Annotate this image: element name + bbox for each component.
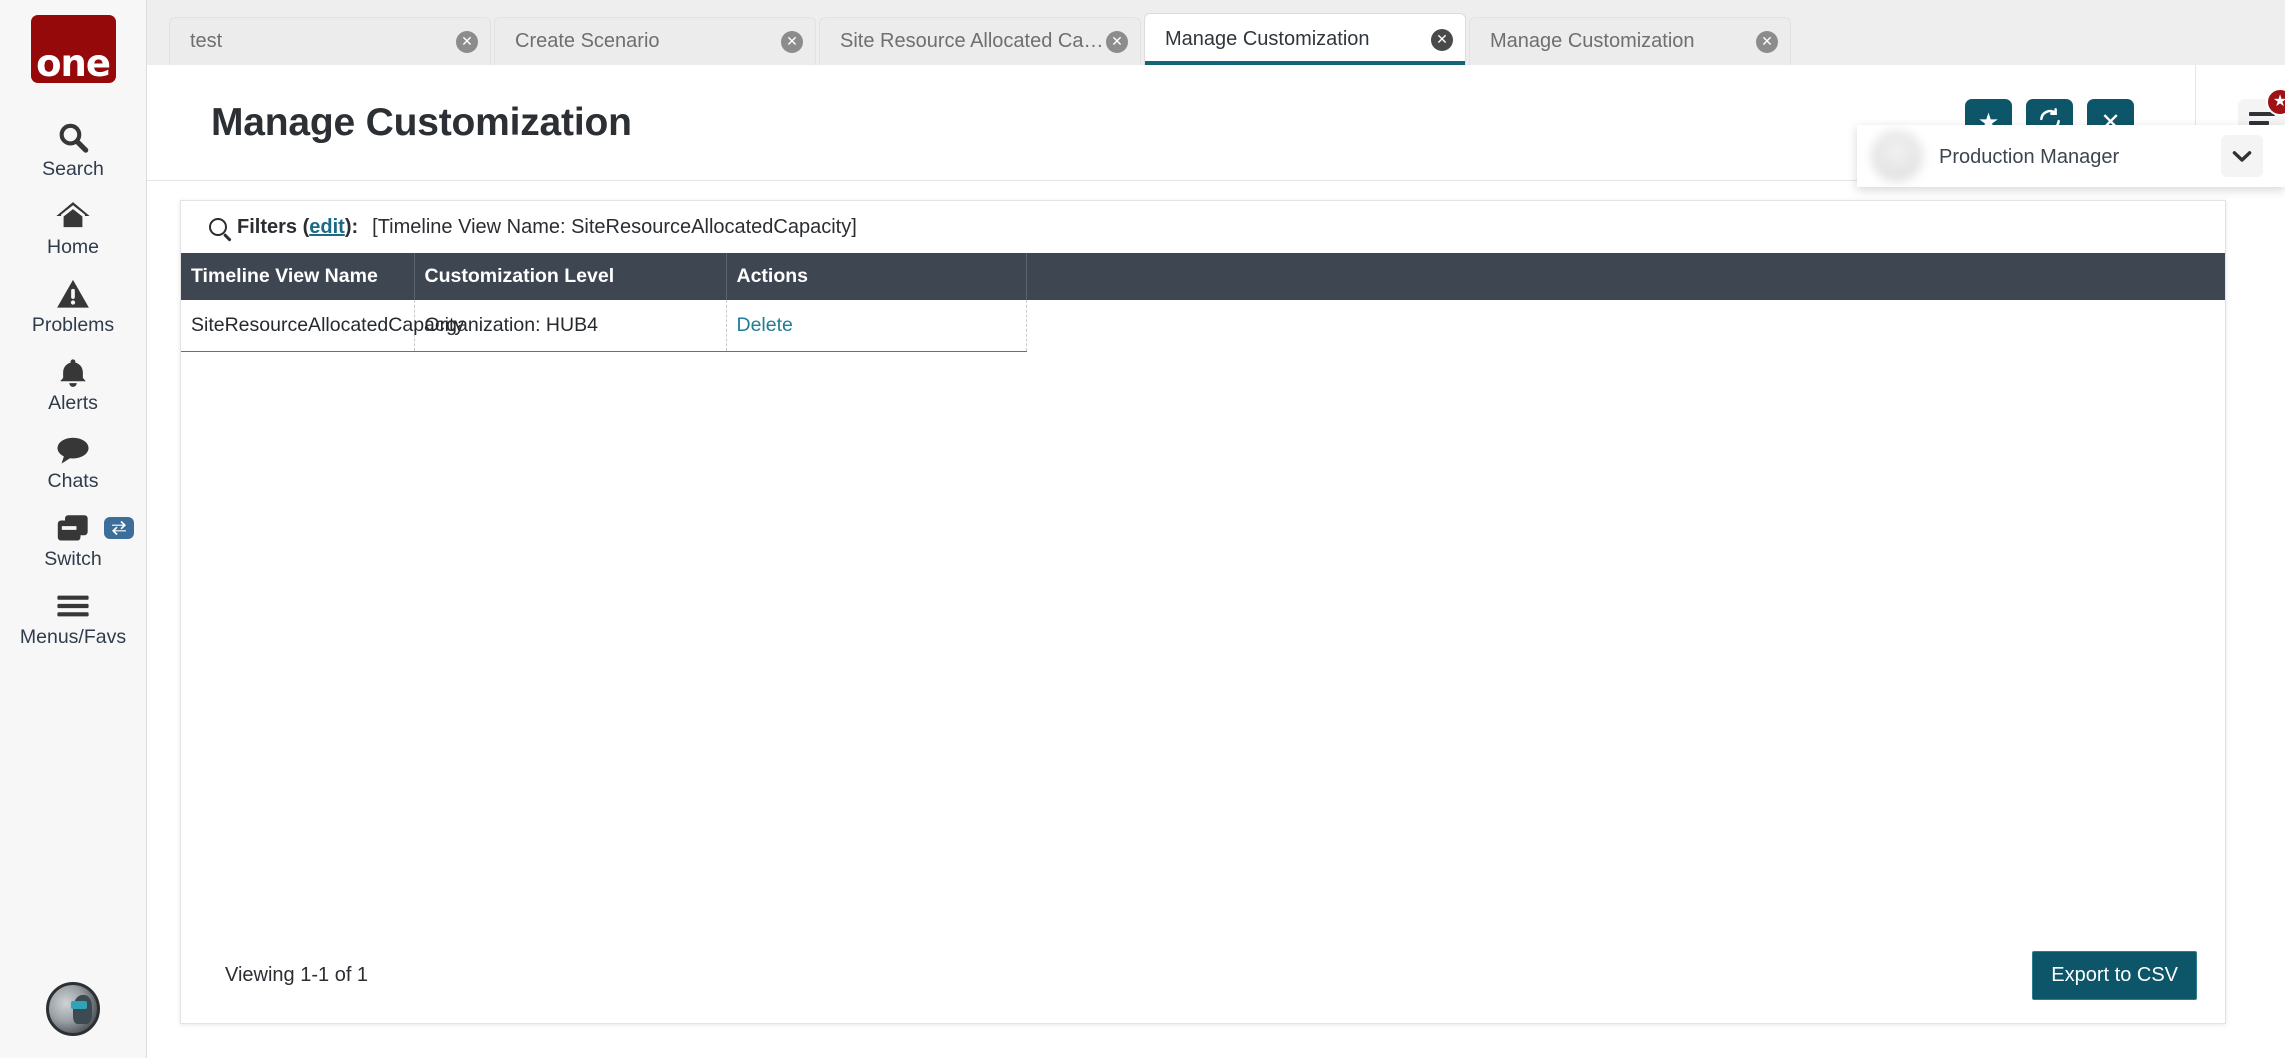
close-circle-icon[interactable]: ✕ xyxy=(781,30,803,53)
user-role: Production Manager xyxy=(1939,145,2120,168)
table-row[interactable]: SiteResourceAllocatedCapacity Organizati… xyxy=(181,300,2225,352)
sidebar-item-switch[interactable]: Switch xyxy=(0,501,146,579)
application-window: one Search Home Problems Alerts Chats Sw… xyxy=(0,0,2285,1058)
customizations-table: Timeline View Name Customization Level A… xyxy=(181,253,2225,352)
column-header-actions[interactable]: Actions xyxy=(726,253,1027,300)
hamburger-icon xyxy=(55,587,91,625)
sidebar-item-label: Home xyxy=(46,236,100,259)
user-details: Production Manager xyxy=(1939,129,2211,184)
tab-create-scenario[interactable]: Create Scenario ✕ xyxy=(494,17,816,65)
table-header-row: Timeline View Name Customization Level A… xyxy=(181,253,2225,300)
user-organization xyxy=(1939,170,2211,184)
cell-filler xyxy=(1026,300,2225,352)
delete-link[interactable]: Delete xyxy=(737,314,793,336)
table-empty-space xyxy=(181,352,2225,927)
search-icon xyxy=(56,119,90,157)
sidebar-item-label: Menus/Favs xyxy=(19,626,127,649)
tab-label: Site Resource Allocated Capacity xyxy=(840,30,1106,52)
filters-label-end: ): xyxy=(344,215,359,238)
card-footer: Viewing 1-1 of 1 Export to CSV xyxy=(181,927,2225,1023)
swap-arrows-icon[interactable] xyxy=(104,517,134,539)
export-to-csv-button[interactable]: Export to CSV xyxy=(2032,950,2197,1000)
app-logo-text: one xyxy=(36,41,111,83)
table-header: Timeline View Name Customization Level A… xyxy=(181,253,2225,300)
content-card: Filters ( edit ): [Timeline View Name: S… xyxy=(180,200,2226,1024)
filters-bar: Filters ( edit ): [Timeline View Name: S… xyxy=(181,201,2225,253)
sidebar-item-label: Problems xyxy=(31,314,115,337)
avatar xyxy=(1871,130,1923,182)
column-header-filler xyxy=(1026,253,2225,300)
left-navigation-sidebar: one Search Home Problems Alerts Chats Sw… xyxy=(0,0,147,1058)
home-icon xyxy=(55,197,91,235)
user-avatar-image[interactable] xyxy=(46,982,100,1036)
chevron-down-icon[interactable] xyxy=(2221,135,2263,177)
filters-label: Filters ( xyxy=(237,215,310,238)
tab-list: test ✕ Create Scenario ✕ Site Resource A… xyxy=(147,0,2285,65)
close-circle-icon[interactable]: ✕ xyxy=(1431,28,1453,51)
app-logo[interactable]: one xyxy=(30,15,116,83)
sidebar-item-problems[interactable]: Problems xyxy=(0,267,146,345)
column-header-timeline-view-name[interactable]: Timeline View Name xyxy=(181,253,415,300)
sidebar-item-label: Search xyxy=(42,158,104,181)
close-circle-icon[interactable]: ✕ xyxy=(1106,30,1128,53)
sidebar-item-label: Alerts xyxy=(48,392,98,415)
sidebar-item-search[interactable]: Search xyxy=(0,111,146,189)
close-circle-icon[interactable]: ✕ xyxy=(456,30,478,53)
sidebar-item-label: Switch xyxy=(44,548,102,571)
browser-tab-strip: test ✕ Create Scenario ✕ Site Resource A… xyxy=(147,0,2285,65)
close-circle-icon[interactable]: ✕ xyxy=(1756,30,1778,53)
tab-label: Manage Customization xyxy=(1165,28,1370,50)
bell-icon xyxy=(57,353,89,391)
sidebar-item-chats[interactable]: Chats xyxy=(0,423,146,501)
cell-customization-level: Organization: HUB4 xyxy=(414,300,727,352)
column-header-customization-level[interactable]: Customization Level xyxy=(414,253,727,300)
cell-timeline-view-name: SiteResourceAllocatedCapacity xyxy=(181,300,464,352)
sidebar-nav-list: Search Home Problems Alerts Chats Switch… xyxy=(0,111,146,657)
warning-triangle-icon xyxy=(56,275,90,313)
tab-site-resource-allocated-capacity[interactable]: Site Resource Allocated Capacity ✕ xyxy=(819,17,1141,65)
chat-bubble-icon xyxy=(55,431,91,469)
cell-actions: Delete xyxy=(726,300,1027,352)
sidebar-item-label: Chats xyxy=(47,470,99,493)
tab-label: Create Scenario xyxy=(515,30,660,52)
tab-manage-customization-active[interactable]: Manage Customization ✕ xyxy=(1144,13,1466,65)
page-header: Manage Customization ★ ✕ ★ Production Ma… xyxy=(147,64,2285,187)
windows-stack-icon xyxy=(54,509,92,547)
sidebar-item-alerts[interactable]: Alerts xyxy=(0,345,146,423)
tab-test[interactable]: test ✕ xyxy=(169,17,491,65)
sidebar-item-menus-favs[interactable]: Menus/Favs xyxy=(0,579,146,657)
filters-active-value: [Timeline View Name: SiteResourceAllocat… xyxy=(372,215,857,238)
tab-label: Manage Customization xyxy=(1490,30,1695,52)
record-count-label: Viewing 1-1 of 1 xyxy=(225,963,369,986)
page-title: Manage Customization xyxy=(211,100,632,144)
user-name xyxy=(1939,129,2211,144)
table-body: SiteResourceAllocatedCapacity Organizati… xyxy=(181,300,2225,352)
filters-edit-link[interactable]: edit xyxy=(309,216,345,239)
tab-manage-customization-2[interactable]: Manage Customization ✕ xyxy=(1469,17,1791,65)
magnifier-icon xyxy=(209,218,227,236)
user-profile-panel[interactable]: Production Manager xyxy=(1857,125,2285,187)
tab-label: test xyxy=(190,30,223,52)
sidebar-item-home[interactable]: Home xyxy=(0,189,146,267)
